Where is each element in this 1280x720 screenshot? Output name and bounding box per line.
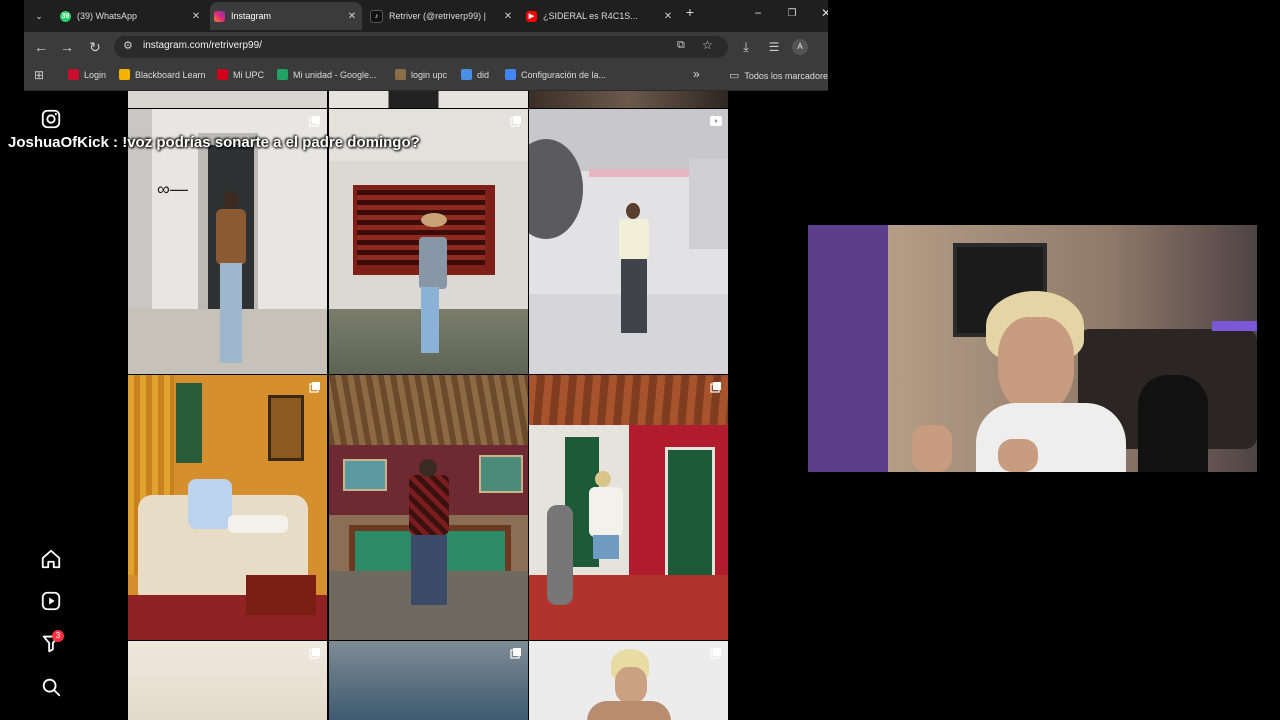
bookmarks-overflow-button[interactable]: » xyxy=(693,67,700,81)
reading-list-button[interactable]: ☰ xyxy=(765,38,783,56)
reload-button[interactable]: ↻ xyxy=(86,38,104,56)
bookmark-item[interactable]: login upc xyxy=(395,69,447,80)
bookmark-label: Login xyxy=(84,69,107,80)
bookmark-favicon-icon xyxy=(461,69,472,80)
maximize-button[interactable]: ❐ xyxy=(782,8,802,19)
forward-button[interactable]: → xyxy=(58,38,76,56)
post-thumbnail[interactable] xyxy=(128,375,327,640)
tab-whatsapp[interactable]: 39 (39) WhatsApp ✕ xyxy=(56,4,206,28)
url-text[interactable]: instagram.com/retriverp99/ xyxy=(143,40,262,51)
bookmark-favicon-icon xyxy=(277,69,288,80)
tab-search-button[interactable]: ⌄ xyxy=(28,4,50,28)
bookmarks-bar: ⊞ Login Blackboard Learn Mi UPC Mi unidad -… xyxy=(24,62,828,91)
home-icon[interactable] xyxy=(40,548,62,570)
all-bookmarks-label: Todos los marcadores xyxy=(744,70,828,81)
video-icon xyxy=(710,116,722,126)
tiktok-icon: ♪ xyxy=(370,9,383,23)
close-tab-icon[interactable]: ✕ xyxy=(346,11,358,22)
back-button[interactable]: ← xyxy=(32,38,50,56)
all-bookmarks-button[interactable]: ▭ Todos los marcadores xyxy=(729,69,828,82)
reels-icon[interactable] xyxy=(40,590,62,612)
multi-post-icon xyxy=(309,116,320,127)
webcam-overlay xyxy=(808,225,1257,472)
install-app-icon[interactable]: ⧉ xyxy=(677,39,685,52)
post-thumbnail[interactable] xyxy=(529,109,728,374)
bookmark-favicon-icon xyxy=(217,69,228,80)
chat-separator: : xyxy=(108,134,123,151)
close-tab-icon[interactable]: ✕ xyxy=(502,11,514,22)
youtube-icon: ▶ xyxy=(526,10,537,22)
tab-title: Retriver (@retriverp99) | xyxy=(389,11,486,21)
whatsapp-icon: 39 xyxy=(60,10,71,22)
bookmark-item[interactable]: Mi unidad - Google... xyxy=(277,69,377,80)
tab-title: (39) WhatsApp xyxy=(77,11,138,21)
instagram-logo-icon[interactable] xyxy=(40,108,62,130)
multi-post-icon xyxy=(510,116,521,127)
chevron-down-icon: ⌄ xyxy=(35,10,43,21)
tab-tiktok[interactable]: ♪ Retriver (@retriverp99) | ✕ xyxy=(366,4,518,28)
bookmark-item[interactable]: Blackboard Learn xyxy=(119,69,206,80)
bookmark-label: did xyxy=(477,69,490,80)
profile-avatar[interactable]: A xyxy=(792,39,808,55)
bookmark-item[interactable]: did xyxy=(461,69,489,80)
notifications-button[interactable]: 3 xyxy=(40,630,64,654)
bookmark-favicon-icon xyxy=(119,69,130,80)
address-bar[interactable]: ⚙ instagram.com/retriverp99/ ⧉ ☆ xyxy=(114,36,728,58)
post-thumbnail[interactable] xyxy=(329,641,528,720)
bookmark-label: login upc xyxy=(411,69,448,80)
browser-window: ⌄ 39 (39) WhatsApp ✕ Instagram ✕ ♪ Retri… xyxy=(24,0,828,720)
instagram-icon xyxy=(214,10,225,22)
folder-icon: ▭ xyxy=(729,70,740,82)
post-thumbnail[interactable] xyxy=(529,641,728,720)
bookmark-label: Blackboard Learn xyxy=(135,69,206,80)
close-tab-icon[interactable]: ✕ xyxy=(662,11,674,22)
bookmark-label: Mi UPC xyxy=(233,69,264,80)
instagram-page: 3 ∞— xyxy=(24,91,828,720)
notification-badge: 3 xyxy=(52,630,64,642)
bookmark-label: Mi unidad - Google... xyxy=(293,69,377,80)
new-tab-button[interactable]: + xyxy=(680,4,700,20)
tab-strip: ⌄ 39 (39) WhatsApp ✕ Instagram ✕ ♪ Retri… xyxy=(24,0,828,32)
search-icon[interactable] xyxy=(40,676,62,698)
close-tab-icon[interactable]: ✕ xyxy=(190,11,202,22)
tab-youtube[interactable]: ▶ ¿SIDERAL es R4C1S... ✕ xyxy=(522,4,678,28)
bookmark-item[interactable]: Mi UPC xyxy=(217,69,264,80)
multi-post-icon xyxy=(309,382,320,393)
browser-toolbar: ← → ↻ ⚙ instagram.com/retriverp99/ ⧉ ☆ ⤓… xyxy=(24,32,828,62)
tab-title: Instagram xyxy=(231,11,272,21)
post-thumbnail[interactable] xyxy=(529,91,728,108)
bookmark-item[interactable]: Configuración de la... xyxy=(505,69,606,80)
instagram-sidebar: 3 xyxy=(24,91,80,720)
chat-text: !voz podrías sonarte a el padre domingo? xyxy=(122,134,420,151)
multi-post-icon xyxy=(710,382,721,393)
tab-title: ¿SIDERAL es R4C1S... xyxy=(543,11,638,21)
chat-message-overlay: JoshuaOfKick : !voz podrías sonarte a el… xyxy=(8,134,420,151)
bookmark-label: Configuración de la... xyxy=(521,69,607,80)
multi-post-icon xyxy=(510,648,521,659)
post-thumbnail[interactable] xyxy=(329,91,528,108)
minimize-button[interactable]: − xyxy=(748,6,768,20)
bookmark-favicon-icon xyxy=(68,69,79,80)
post-thumbnail[interactable] xyxy=(329,375,528,640)
multi-post-icon xyxy=(710,648,721,659)
bookmark-item[interactable]: Login xyxy=(68,69,106,80)
bookmark-favicon-icon xyxy=(505,69,516,80)
post-thumbnail[interactable] xyxy=(529,375,728,640)
close-window-button[interactable]: ✕ xyxy=(816,6,828,20)
apps-icon[interactable]: ⊞ xyxy=(34,68,44,82)
chat-username: JoshuaOfKick xyxy=(8,134,109,151)
post-thumbnail[interactable] xyxy=(128,641,327,720)
bookmark-favicon-icon xyxy=(395,69,406,80)
multi-post-icon xyxy=(309,648,320,659)
post-thumbnail[interactable] xyxy=(128,91,327,108)
site-info-icon[interactable]: ⚙ xyxy=(123,39,133,52)
bookmark-star-icon[interactable]: ☆ xyxy=(702,38,713,52)
tab-instagram[interactable]: Instagram ✕ xyxy=(210,2,362,30)
downloads-button[interactable]: ⤓ xyxy=(737,38,755,56)
